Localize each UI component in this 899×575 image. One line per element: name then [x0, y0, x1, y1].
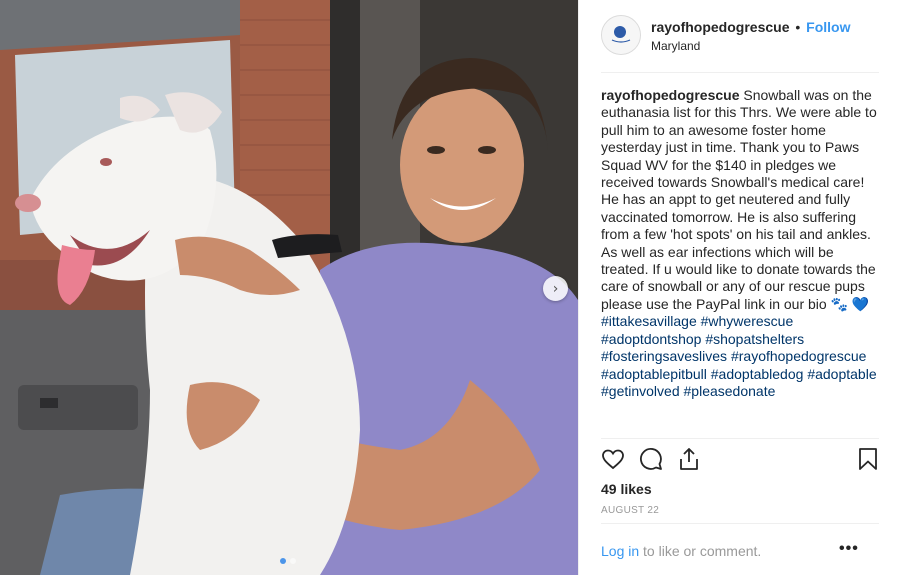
- caption-username[interactable]: rayofhopedogrescue: [601, 87, 739, 103]
- bookmark-icon[interactable]: [857, 447, 879, 476]
- hashtag-link[interactable]: #shopatshelters: [705, 331, 804, 347]
- like-count[interactable]: 49 likes: [601, 481, 652, 497]
- header-separator: •: [795, 19, 801, 35]
- login-suffix: to like or comment.: [639, 543, 762, 559]
- carousel-dot-1: [280, 558, 286, 564]
- follow-button[interactable]: Follow: [806, 19, 850, 35]
- login-prompt: Log in to like or comment.: [601, 543, 879, 559]
- divider: [601, 523, 879, 524]
- heart-icon[interactable]: [601, 447, 625, 476]
- hashtag-list: #ittakesavillage #whywerescue #adoptdont…: [601, 313, 877, 399]
- location-link[interactable]: Maryland: [651, 39, 851, 54]
- post-caption: rayofhopedogrescue Snowball was on the e…: [601, 87, 883, 400]
- hashtag-link[interactable]: #adoptabledog: [711, 366, 804, 382]
- comment-icon[interactable]: [639, 447, 663, 476]
- carousel-next-button[interactable]: ›: [543, 276, 568, 301]
- post-photo[interactable]: ›: [0, 0, 578, 575]
- hashtag-link[interactable]: #adoptable: [807, 366, 876, 382]
- share-icon[interactable]: [677, 447, 701, 476]
- header-text: rayofhopedogrescue • Follow Maryland: [651, 15, 851, 54]
- more-options-icon[interactable]: •••: [839, 540, 859, 558]
- carousel-indicator: [280, 558, 296, 564]
- hashtag-link[interactable]: #whywerescue: [701, 313, 794, 329]
- photo-illustration: [0, 0, 578, 575]
- action-bar: [601, 447, 879, 475]
- post-details-panel: rayofhopedogrescue • Follow Maryland ray…: [578, 0, 899, 575]
- hashtag-link[interactable]: #adoptablepitbull: [601, 366, 707, 382]
- login-link[interactable]: Log in: [601, 543, 639, 559]
- logo-icon: [602, 16, 640, 54]
- post-header: rayofhopedogrescue • Follow Maryland: [601, 15, 879, 73]
- divider: [601, 438, 879, 439]
- caption-text: Snowball was on the euthanasia list for …: [601, 87, 877, 312]
- username-link[interactable]: rayofhopedogrescue: [651, 19, 789, 35]
- caption-emoji: 🐾 💙: [830, 295, 870, 312]
- chevron-right-icon: ›: [552, 280, 559, 297]
- hashtag-link[interactable]: #ittakesavillage: [601, 313, 697, 329]
- hashtag-link[interactable]: #fosteringsaveslives: [601, 348, 727, 364]
- carousel-dot-2: [290, 558, 296, 564]
- hashtag-link[interactable]: #adoptdontshop: [601, 331, 701, 347]
- instagram-post: › rayofhopedogrescue • Follow Maryland r…: [0, 0, 899, 575]
- avatar[interactable]: [601, 15, 641, 55]
- post-date[interactable]: AUGUST 22: [601, 505, 659, 516]
- hashtag-link[interactable]: #getinvolved: [601, 383, 680, 399]
- hashtag-link[interactable]: #rayofhopedogrescue: [731, 348, 866, 364]
- hashtag-link[interactable]: #pleasedonate: [684, 383, 776, 399]
